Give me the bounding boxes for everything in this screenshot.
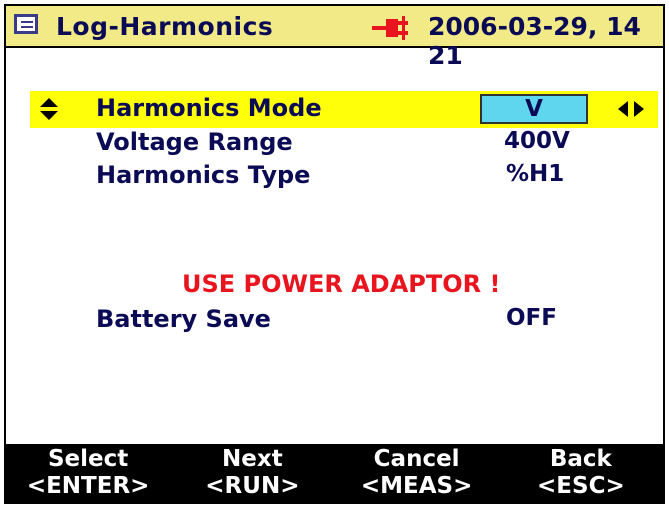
softkey-back[interactable]: Back <ESC> — [499, 444, 663, 502]
softkey-select[interactable]: Select <ENTER> — [6, 444, 170, 502]
softkey-label: Back — [549, 446, 612, 472]
softkey-label: Select — [47, 446, 129, 472]
softkey-cancel[interactable]: Cancel <MEAS> — [335, 444, 499, 502]
instrument-screen: Log-Harmonics 2006-03-29, 14 21 Harmonic… — [4, 4, 665, 504]
battery-save-value[interactable]: OFF — [506, 305, 557, 331]
datetime-display: 2006-03-29, 14 21 — [428, 12, 641, 70]
menu-icon[interactable] — [14, 14, 38, 34]
voltage-range-value[interactable]: 400V — [504, 128, 570, 154]
harmonics-type-value[interactable]: %H1 — [506, 161, 564, 187]
softkey-key: <MEAS> — [360, 473, 473, 499]
title-bar: Log-Harmonics 2006-03-29, 14 21 — [6, 6, 663, 70]
harmonics-mode-value[interactable]: V — [480, 94, 588, 124]
power-adaptor-warning: USE POWER ADAPTOR ! — [182, 270, 501, 298]
harmonics-mode-label: Harmonics Mode — [96, 94, 322, 122]
softkey-bar: Select <ENTER> Next <RUN> Cancel <MEAS> … — [6, 444, 663, 502]
softkey-key: <ESC> — [537, 473, 625, 499]
battery-save-label: Battery Save — [96, 305, 271, 333]
harmonics-type-label: Harmonics Type — [96, 161, 311, 189]
up-down-arrow-icon — [40, 98, 58, 120]
plug-icon — [372, 16, 408, 40]
softkey-label: Next — [222, 446, 283, 472]
page-title: Log-Harmonics — [56, 12, 274, 41]
left-right-arrow-icon — [618, 101, 644, 117]
softkey-key: <ENTER> — [26, 473, 150, 499]
softkey-next[interactable]: Next <RUN> — [170, 444, 334, 502]
softkey-label: Cancel — [373, 446, 460, 472]
softkey-key: <RUN> — [205, 473, 300, 499]
voltage-range-label: Voltage Range — [96, 128, 293, 156]
